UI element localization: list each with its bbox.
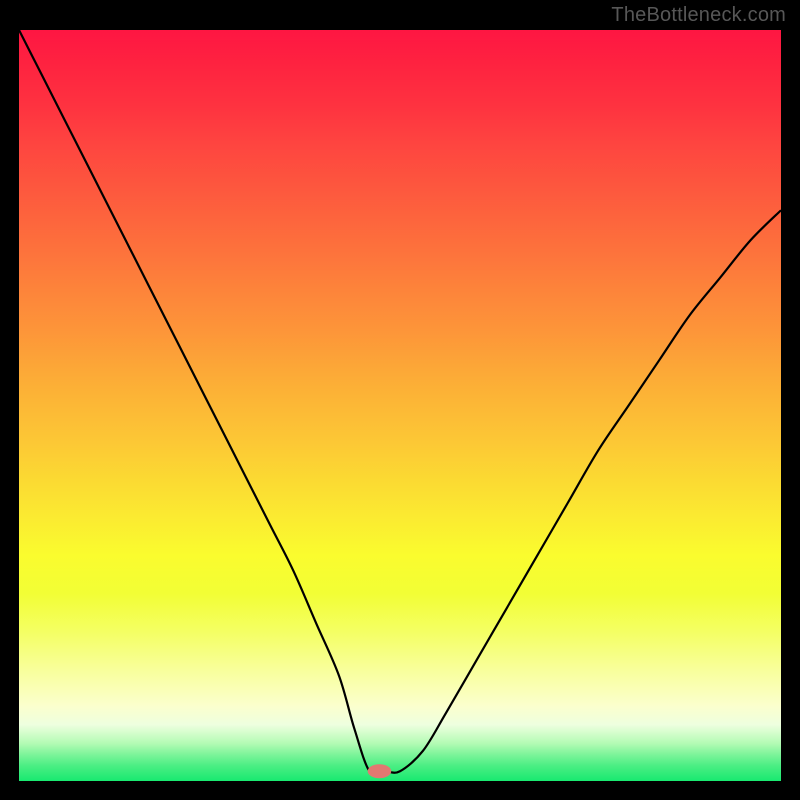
chart-frame: TheBottleneck.com xyxy=(0,0,800,800)
optimal-point-marker xyxy=(368,764,392,778)
watermark-label: TheBottleneck.com xyxy=(611,4,786,27)
plot-area xyxy=(19,30,781,781)
gradient-background xyxy=(19,30,781,781)
bottleneck-chart xyxy=(19,30,781,781)
